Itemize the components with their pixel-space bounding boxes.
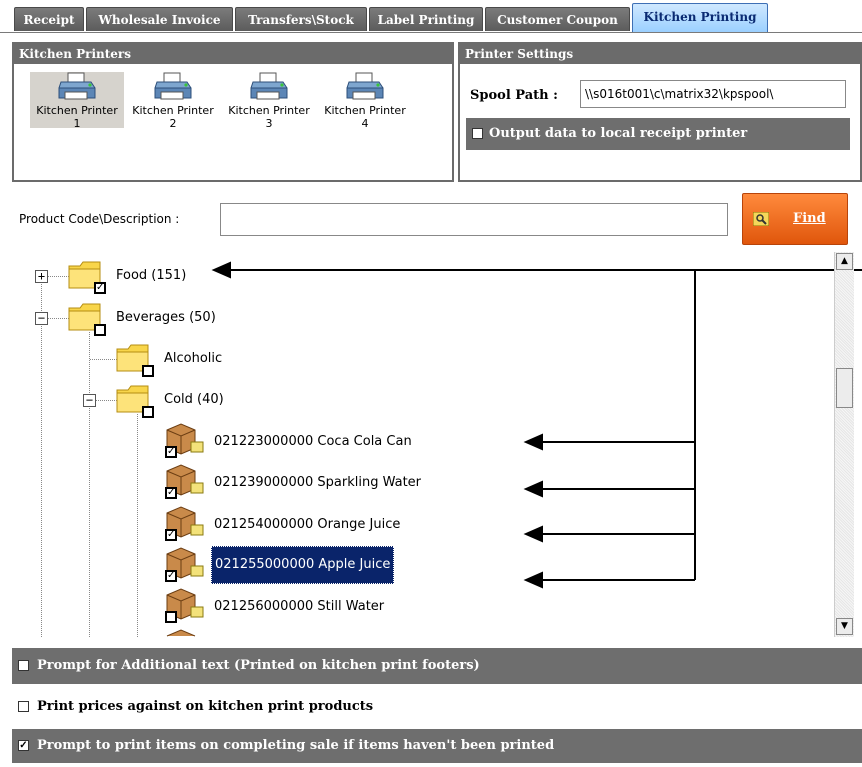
- scroll-thumb[interactable]: [836, 368, 853, 408]
- scroll-up-button[interactable]: ▲: [836, 253, 853, 270]
- prompt-additional-label: Prompt for Additional text (Printed on k…: [37, 658, 480, 673]
- prompt-additional-option[interactable]: Prompt for Additional text (Printed on k…: [12, 648, 862, 684]
- scroll-down-button[interactable]: ▼: [836, 618, 853, 635]
- prompt-print-checkbox[interactable]: ✓: [18, 740, 29, 751]
- print-prices-label: Print prices against on kitchen print pr…: [37, 699, 374, 714]
- tree-scrollbar[interactable]: ▲ ▼: [834, 252, 854, 637]
- print-prices-checkbox[interactable]: [18, 701, 29, 712]
- prompt-print-label: Prompt to print items on completing sale…: [37, 738, 555, 753]
- prompt-additional-checkbox[interactable]: [18, 660, 29, 671]
- print-prices-option[interactable]: Print prices against on kitchen print pr…: [12, 690, 862, 724]
- prompt-print-option[interactable]: ✓ Prompt to print items on completing sal…: [12, 729, 862, 763]
